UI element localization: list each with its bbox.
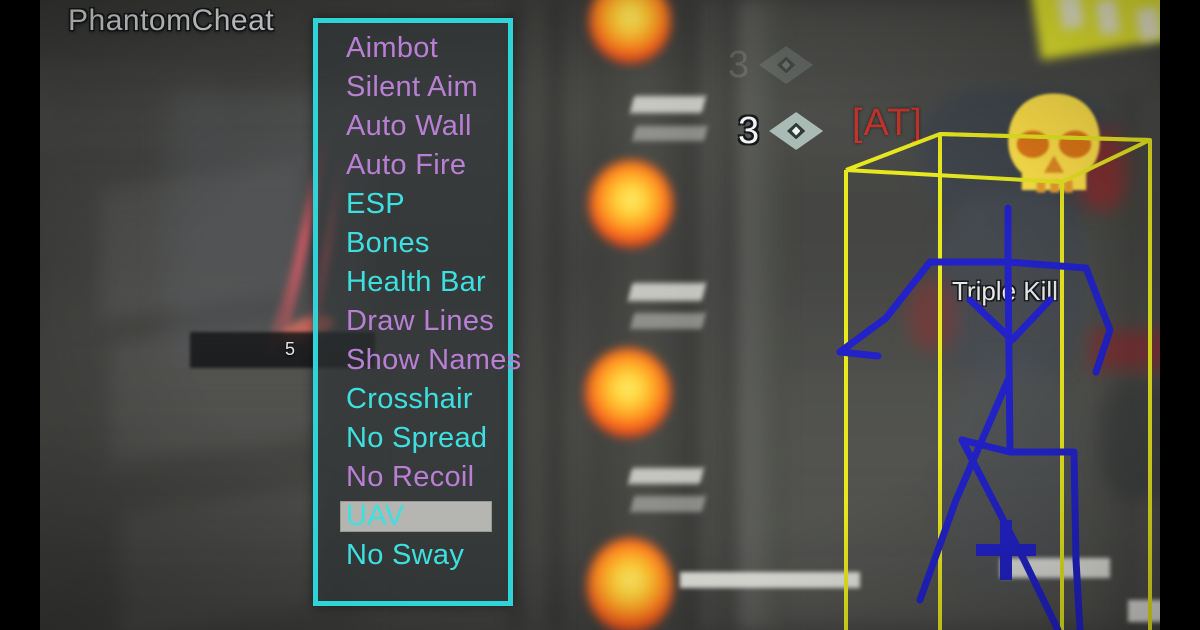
letterbox-left <box>0 0 40 630</box>
floor-stripe <box>680 572 860 588</box>
menu-item-auto-wall[interactable]: Auto Wall <box>318 107 508 146</box>
wall-stripe <box>632 126 708 141</box>
wall-stripe <box>629 96 707 113</box>
enemy-clan-tag: [AT] <box>852 102 923 144</box>
wall-stripe <box>630 313 706 329</box>
menu-item-bones[interactable]: Bones <box>318 224 508 263</box>
skull-emblem-icon <box>992 86 1116 210</box>
menu-item-uav[interactable]: UAV <box>318 497 508 536</box>
game-scene: 5 PhantomCheat 3 3 [AT] Triple Kill <box>40 0 1160 630</box>
killstreak-count: 3 <box>738 110 760 152</box>
enemy-legs <box>945 360 1075 590</box>
menu-item-aimbot[interactable]: Aimbot <box>318 29 508 68</box>
menu-item-show-names[interactable]: Show Names <box>318 341 521 380</box>
menu-item-silent-aim[interactable]: Silent Aim <box>318 68 508 107</box>
killstreak-indicator-faded: 3 <box>728 44 814 86</box>
floor-stripe <box>1128 600 1160 622</box>
menu-item-crosshair[interactable]: Crosshair <box>318 380 508 419</box>
medal-notification: Triple Kill <box>952 276 1058 306</box>
wall-stripe <box>628 468 704 484</box>
wall-stripe <box>627 283 707 301</box>
cheat-menu-panel[interactable]: Aimbot Silent Aim Auto Wall Auto Fire ESP Bon… <box>313 18 521 606</box>
gear-accent-red <box>908 280 956 350</box>
menu-item-auto-fire[interactable]: Auto Fire <box>318 146 508 185</box>
menu-item-draw-lines[interactable]: Draw Lines <box>318 302 508 341</box>
diamond-killstreak-icon <box>769 112 824 150</box>
letterbox-right <box>1160 0 1200 630</box>
menu-item-no-recoil[interactable]: No Recoil <box>318 458 508 497</box>
pillar <box>510 0 562 630</box>
menu-item-no-sway[interactable]: No Sway <box>318 536 508 575</box>
background-figure <box>1100 380 1160 500</box>
diamond-killstreak-icon-faded <box>759 46 814 84</box>
menu-item-no-spread[interactable]: No Spread <box>318 419 508 458</box>
sign-letter <box>1135 6 1160 42</box>
lamp-glow <box>587 538 673 630</box>
menu-item-esp[interactable]: ESP <box>318 185 508 224</box>
lamp-glow <box>589 160 673 248</box>
page-title: PhantomCheat <box>68 4 275 37</box>
killstreak-count-faded: 3 <box>728 44 750 86</box>
lamp-glow <box>585 348 671 438</box>
killstreak-indicator: 3 <box>738 110 824 152</box>
floor-stripe <box>1000 558 1110 578</box>
floor-red-band <box>1090 330 1160 370</box>
wall-stripe <box>630 496 706 512</box>
ammo-count: 5 <box>285 339 296 359</box>
pillar <box>740 0 786 630</box>
sign-letter <box>1057 0 1085 30</box>
cheat-menu-list: Aimbot Silent Aim Auto Wall Auto Fire ESP Bon… <box>318 23 521 575</box>
screenshot-root: 5 PhantomCheat 3 3 [AT] Triple Kill Aimb… <box>0 0 1200 630</box>
menu-item-health-bar[interactable]: Health Bar <box>318 263 508 302</box>
